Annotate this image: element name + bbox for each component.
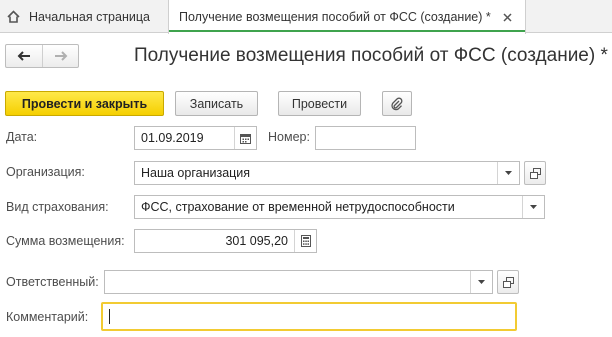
dropdown-arrow-icon [530,205,537,209]
responsible-dropdown-button[interactable] [470,271,492,293]
forward-button[interactable] [42,45,78,67]
navigation-buttons [5,44,79,68]
organization-field[interactable]: Наша организация [134,161,520,185]
calendar-icon [240,133,251,144]
arrow-left-icon [17,51,31,61]
active-tab-indicator [169,30,525,32]
calculator-button[interactable] [294,230,316,252]
open-window-icon [502,276,514,288]
arrow-right-icon [54,51,68,61]
responsible-open-button[interactable] [497,270,519,294]
text-cursor [109,309,110,324]
insurance-type-value: ФСС, страхование от временной нетрудоспо… [141,200,455,214]
date-label: Дата: [6,130,38,144]
number-field[interactable] [315,126,416,150]
date-value: 01.09.2019 [141,131,204,145]
back-button[interactable] [6,45,42,67]
close-icon[interactable] [501,10,515,24]
attach-button[interactable] [382,91,412,116]
home-icon [7,10,20,23]
date-field[interactable]: 01.09.2019 [134,126,257,150]
tab-home-label: Начальная страница [29,9,150,24]
organization-value: Наша организация [141,166,251,180]
dropdown-arrow-icon [505,171,512,175]
calendar-button[interactable] [234,127,256,149]
number-label: Номер: [268,130,310,144]
organization-label: Организация: [6,165,85,179]
organization-dropdown-button[interactable] [497,162,519,184]
amount-field[interactable]: 301 095,20 [134,229,317,253]
amount-value: 301 095,20 [225,234,288,248]
tab-home-page[interactable]: Начальная страница [0,0,168,33]
page-title: Получение возмещения пособий от ФСС (соз… [134,45,608,66]
calculator-icon [300,235,311,247]
dropdown-arrow-icon [478,280,485,284]
post-button[interactable]: Провести [278,91,361,116]
tab-document-label: Получение возмещения пособий от ФСС (соз… [179,10,491,24]
comment-field[interactable] [101,302,517,331]
tab-document[interactable]: Получение возмещения пособий от ФСС (соз… [168,0,526,34]
post-and-close-button[interactable]: Провести и закрыть [5,91,164,116]
paperclip-icon [391,97,403,111]
organization-open-button[interactable] [524,161,546,185]
amount-label: Сумма возмещения: [6,234,125,248]
insurance-type-select[interactable]: ФСС, страхование от временной нетрудоспо… [134,195,545,219]
responsible-field[interactable] [104,270,493,294]
responsible-label: Ответственный: [6,275,99,289]
open-window-icon [529,167,541,179]
insurance-type-label: Вид страхования: [6,200,109,214]
comment-label: Комментарий: [6,310,89,324]
insurance-type-dropdown-button[interactable] [522,196,544,218]
save-button[interactable]: Записать [175,91,258,116]
